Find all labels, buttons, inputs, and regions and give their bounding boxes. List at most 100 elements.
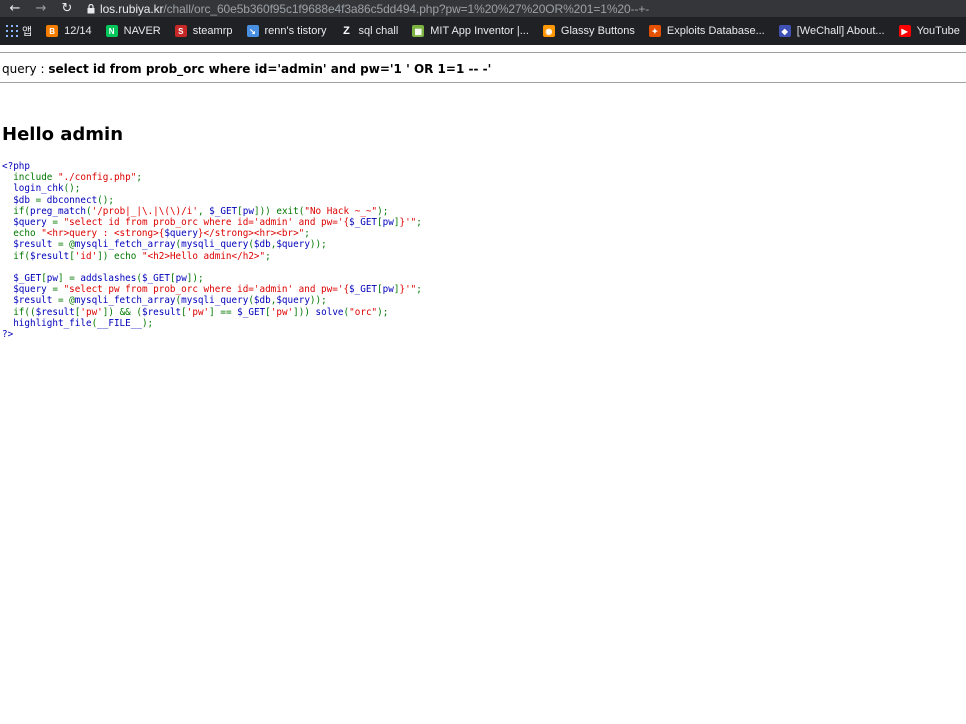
bookmark-label: 12/14 [64, 25, 92, 37]
code-token: mysqli_query [181, 295, 249, 307]
code-token: $db [253, 239, 271, 251]
bookmark-item[interactable]: Zsql chall [334, 17, 406, 45]
code-token: 'id' [74, 250, 98, 262]
code-line: $db = dbconnect(); [2, 195, 422, 206]
code-token: "select id from prob_orc where id='admin… [63, 217, 350, 229]
code-token: = @ [57, 295, 75, 307]
code-token: "No Hack ~_~" [304, 205, 378, 217]
code-token: "./config.php" [57, 172, 137, 184]
code-line: if(($result['pw']) && ($result['pw'] == … [2, 307, 422, 318]
code-token: <?php [2, 161, 30, 172]
bookmark-label: YouTube [916, 25, 960, 37]
code-line: $_GET[pw] = addslashes($_GET[pw]); [2, 273, 422, 284]
code-token: pw [382, 217, 394, 229]
code-token: __FILE__ [97, 317, 142, 329]
wechall-icon: ◆ [778, 25, 791, 37]
code-token: ] == [209, 306, 238, 318]
code-token: ]); [186, 273, 204, 285]
bookmark-item[interactable]: 앱 [0, 17, 39, 45]
url-host: los.rubiya.kr [100, 1, 164, 16]
code-token: 'pw' [270, 306, 294, 318]
code-token: ); [377, 306, 389, 318]
code-token: )); [309, 295, 327, 307]
reload-icon[interactable]: ↻ [54, 0, 80, 17]
code-token: = @ [57, 239, 75, 251]
bookmark-label: MIT App Inventor |... [430, 25, 529, 37]
bookmark-label: Glassy Buttons [560, 25, 635, 37]
code-token: if( [2, 205, 30, 217]
z-icon: Z [343, 25, 350, 37]
forward-arrow-icon[interactable]: → [28, 0, 54, 17]
bookmark-label: 앱 [22, 26, 33, 38]
code-token: $_GET [209, 205, 238, 217]
code-token: '/prob|_|\.|\(\)/i' [91, 205, 198, 217]
code-token: ; [416, 284, 422, 296]
bookmarks-bar: 앱 B 12/14 N NAVER Ssteamrp ↘ renn's tistory Zsql… [0, 17, 966, 45]
code-token: $_GET [237, 306, 266, 318]
code-line: include "./config.php"; [2, 172, 422, 183]
code-token: 'pw' [186, 306, 210, 318]
naver-icon: N [105, 25, 118, 37]
code-token: preg_match [30, 205, 86, 217]
bookmark-item[interactable]: Ssteamrp [168, 17, 240, 45]
code-line: $result = @mysqli_fetch_array(mysqli_que… [2, 295, 422, 306]
code-token: $result [2, 295, 58, 307]
code-line: if(preg_match('/prob|_|\.|\(\)/i', $_GET… [2, 206, 422, 217]
divider-top [0, 52, 966, 53]
code-token: "<h2>Hello admin</h2>" [141, 250, 266, 262]
code-line: highlight_file(__FILE__); [2, 318, 422, 329]
code-token: ])) exit( [253, 205, 305, 217]
url-field[interactable]: los.rubiya.kr/chall/orc_60e5b360f95c1f96… [100, 2, 649, 16]
code-token: ])) [293, 306, 316, 318]
bookmark-item[interactable]: N NAVER [99, 17, 168, 45]
code-line: <?php [2, 161, 422, 172]
lock-icon[interactable] [84, 0, 98, 17]
code-token: $db [253, 295, 271, 307]
code-token: solve [315, 306, 344, 318]
code-token: $_GET [349, 217, 378, 229]
code-token: ; [304, 228, 310, 240]
code-line: $query = "select pw from prob_orc where … [2, 284, 422, 295]
code-token: echo [2, 228, 42, 240]
query-value: select id from prob_orc where id='admin'… [48, 62, 492, 76]
code-token: ?> [2, 329, 14, 341]
hello-heading: Hello admin [2, 124, 124, 145]
exploit-db-icon: ✦ [648, 25, 661, 37]
code-token: "<hr>query : <strong>{ [41, 228, 165, 240]
code-token: if(( [2, 306, 36, 318]
code-token: $result [141, 306, 182, 318]
bookmark-item[interactable]: ◆ [WeChall] About... [772, 17, 892, 45]
code-token: )); [309, 239, 327, 251]
code-token: = [52, 284, 64, 296]
code-token: mysqli_fetch_array [74, 295, 176, 307]
code-token: 'pw' [80, 306, 103, 318]
code-line: $result = @mysqli_fetch_array(mysqli_que… [2, 239, 422, 250]
steamrp-icon: S [174, 25, 187, 37]
bookmark-item[interactable]: ▶ YouTube [892, 17, 966, 45]
code-token: addslashes [80, 273, 137, 285]
code-token: mysqli_fetch_array [74, 239, 176, 251]
back-arrow-icon[interactable]: ← [2, 0, 28, 17]
tistory-icon: ↘ [246, 25, 259, 37]
bookmark-item[interactable]: ↘ renn's tistory [240, 17, 334, 45]
bookmark-item[interactable]: ▦ MIT App Inventor |... [405, 17, 536, 45]
query-label: query : [2, 62, 49, 76]
bookmark-label: renn's tistory [264, 25, 327, 37]
bookmark-label: NAVER [123, 25, 161, 37]
code-token: ]) && ( [102, 306, 142, 318]
code-token: pw [382, 284, 394, 296]
code-token: if( [2, 250, 30, 262]
code-token: mysqli_query [181, 239, 249, 251]
code-token: $db [2, 194, 36, 206]
code-token: ; [416, 217, 422, 229]
youtube-icon: ▶ [898, 25, 911, 37]
code-line: ?> [2, 329, 422, 340]
code-token: ] = [58, 273, 81, 285]
bookmark-item[interactable]: ✦ Exploits Database... [642, 17, 772, 45]
bookmark-item[interactable]: B 12/14 [39, 17, 99, 45]
code-token: ; [136, 172, 142, 184]
bookmark-label: [WeChall] About... [796, 25, 885, 37]
bookmark-item[interactable]: ◉ Glassy Buttons [536, 17, 642, 45]
code-token: }</strong><hr><br>" [197, 228, 305, 240]
